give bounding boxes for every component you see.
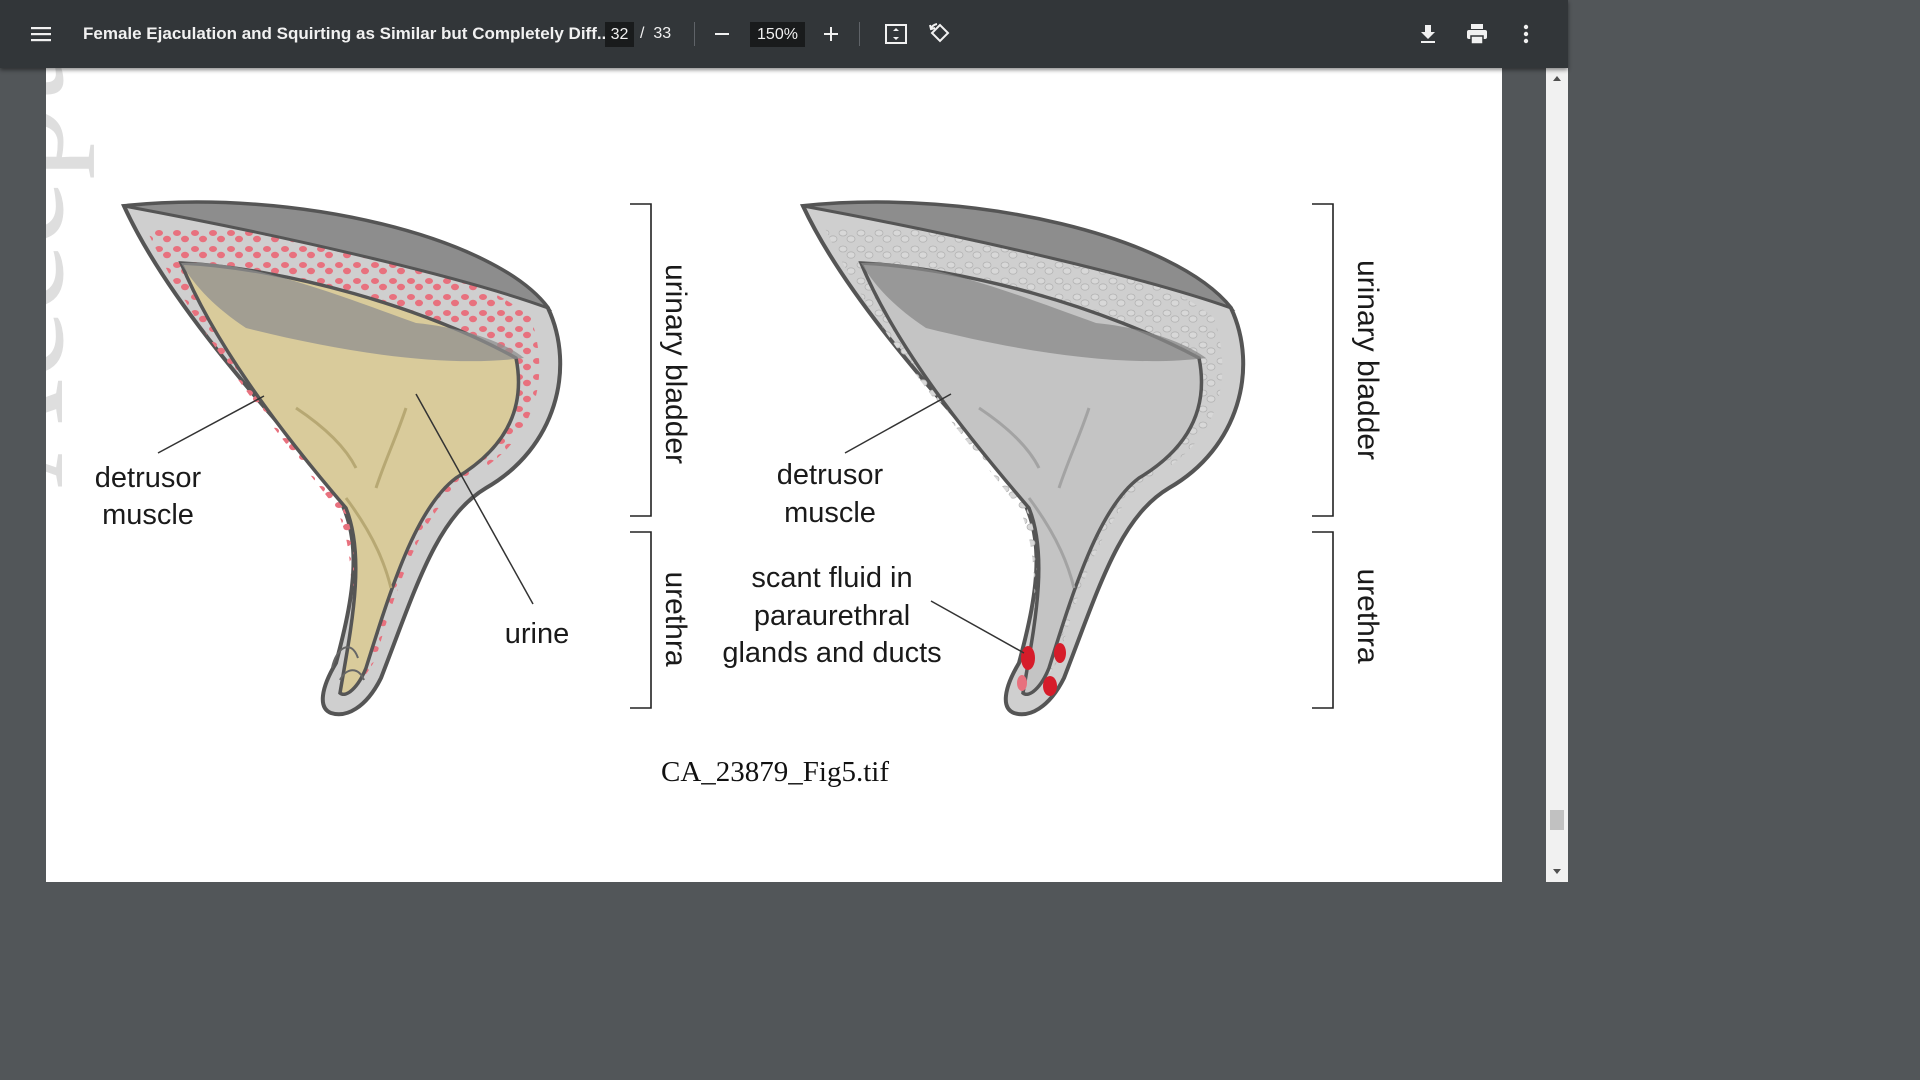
left-detrusor-label-line2: muscle <box>102 499 194 531</box>
vertical-scrollbar[interactable] <box>1546 68 1568 882</box>
page-total: / 33 <box>640 25 671 43</box>
zoom-in-icon[interactable] <box>811 14 851 54</box>
page-separator: / <box>640 25 645 42</box>
toolbar-divider <box>694 22 695 46</box>
download-icon[interactable] <box>1408 14 1448 54</box>
document-title: Female Ejaculation and Squirting as Simi… <box>83 24 612 43</box>
fit-page-icon[interactable] <box>876 14 916 54</box>
zoom-input[interactable]: 150% <box>750 22 805 47</box>
left-brackets <box>630 203 652 709</box>
more-icon[interactable] <box>1506 14 1546 54</box>
scroll-down-icon[interactable] <box>1546 864 1568 880</box>
page-number-input[interactable]: 32 <box>605 22 634 47</box>
left-bladder-drawing <box>121 200 563 717</box>
left-detrusor-label-line1: detrusor <box>95 462 202 494</box>
pdf-page: Accepted Arti <box>46 68 1502 882</box>
fluid-label-line3: glands and ducts <box>722 637 941 669</box>
pdf-toolbar: Female Ejaculation and Squirting as Simi… <box>0 0 1568 68</box>
urine-label: urine <box>505 618 570 650</box>
print-icon[interactable] <box>1457 14 1497 54</box>
figure-caption: CA_23879_Fig5.tif <box>661 756 889 788</box>
rotate-icon[interactable] <box>920 14 960 54</box>
right-bladder-bracket-label: urinary bladder <box>1351 260 1384 460</box>
right-urethra-bracket-label: urethra <box>1351 568 1384 663</box>
zoom-out-icon[interactable] <box>702 14 742 54</box>
right-brackets <box>1312 203 1334 709</box>
right-detrusor-label-line2: muscle <box>784 497 876 529</box>
scroll-up-icon[interactable] <box>1546 70 1568 86</box>
left-urethra-bracket-label: urethra <box>659 571 692 666</box>
toolbar-divider <box>859 22 860 46</box>
total-pages: 33 <box>653 25 672 42</box>
menu-icon[interactable] <box>21 14 61 54</box>
right-detrusor-label-line1: detrusor <box>777 459 884 491</box>
left-bladder-bracket-label: urinary bladder <box>659 264 692 464</box>
scroll-thumb[interactable] <box>1550 810 1564 830</box>
fluid-label-line1: scant fluid in <box>751 562 912 594</box>
fluid-label-line2: paraurethral <box>754 600 910 632</box>
